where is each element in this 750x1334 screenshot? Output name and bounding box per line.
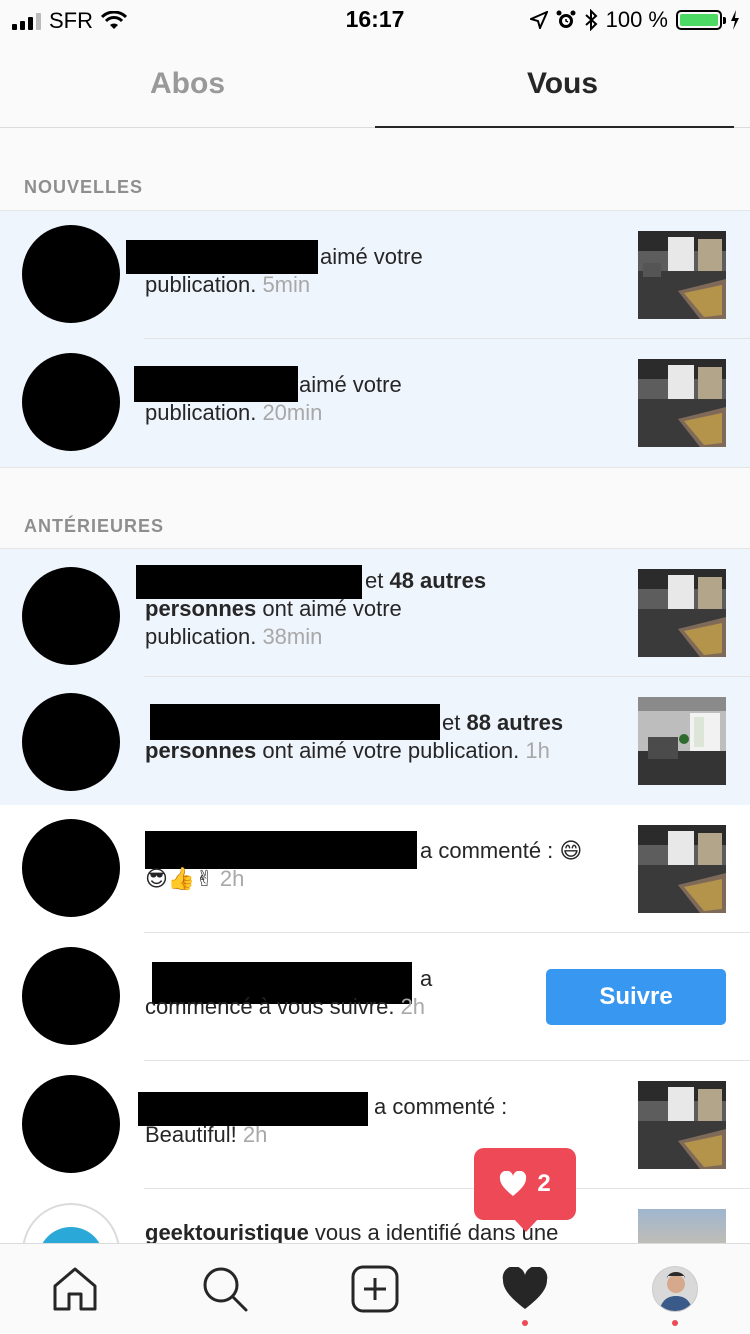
post-thumbnail[interactable] bbox=[638, 697, 726, 785]
list-item[interactable]: geektouristique vous a identifié dans un… bbox=[0, 1189, 750, 1243]
nav-add[interactable] bbox=[300, 1244, 450, 1334]
timestamp: 38min bbox=[262, 624, 323, 649]
likes-count: 48 autres bbox=[389, 568, 487, 593]
timestamp: 2h bbox=[242, 1122, 268, 1147]
list-item[interactable]: a commencé à vous suivre. 2h Suivre bbox=[0, 933, 750, 1061]
likes-people: personnes bbox=[145, 596, 257, 621]
notification-text: a commenté : Beautiful! 2h bbox=[145, 1093, 615, 1149]
avatar[interactable] bbox=[22, 947, 120, 1045]
list-item[interactable]: a commenté : Beautiful! 2h bbox=[0, 1061, 750, 1189]
list-item[interactable]: a commenté : 😄 😎👍✌ 2h bbox=[0, 805, 750, 933]
profile-avatar bbox=[652, 1266, 698, 1312]
likes-count: 88 autres bbox=[466, 710, 564, 735]
notification-text: aimé votre publication. 5min bbox=[145, 243, 615, 299]
avatar[interactable] bbox=[22, 1075, 120, 1173]
nav-activity[interactable] bbox=[450, 1244, 600, 1334]
comment-emoji: 😄 bbox=[559, 838, 583, 863]
notification-text: et 88 autres personnes ont aimé votre pu… bbox=[145, 709, 615, 765]
notification-conjunction: et bbox=[442, 710, 467, 735]
search-icon bbox=[203, 1267, 248, 1312]
status-right: 100 % bbox=[529, 7, 740, 33]
post-thumbnail[interactable] bbox=[638, 231, 726, 319]
list-item[interactable]: aimé votre publication. 20min bbox=[0, 339, 750, 467]
notification-text: et 48 autres personnes ont aimé votre pu… bbox=[145, 567, 615, 651]
list-item[interactable]: et 88 autres personnes ont aimé votre pu… bbox=[0, 677, 750, 805]
bluetooth-icon bbox=[584, 9, 598, 31]
bottom-navigation bbox=[0, 1243, 750, 1334]
notification-message-2: publication. bbox=[145, 400, 257, 425]
username: geektouristique bbox=[145, 1220, 309, 1243]
tab-following[interactable]: Abos bbox=[0, 40, 375, 127]
section-header-new: NOUVELLES bbox=[0, 129, 750, 211]
add-icon bbox=[351, 1265, 399, 1313]
activity-feed[interactable]: NOUVELLES aimé votre publication. 5min a… bbox=[0, 129, 750, 1243]
profile-dot bbox=[672, 1320, 678, 1326]
home-icon bbox=[53, 1267, 97, 1311]
notification-message: aimé votre bbox=[299, 372, 402, 397]
nav-profile[interactable] bbox=[600, 1244, 750, 1334]
tab-you[interactable]: Vous bbox=[375, 40, 750, 128]
alarm-icon bbox=[556, 10, 576, 28]
post-thumbnail[interactable] bbox=[638, 1081, 726, 1169]
comment-emoji-line: 😎👍✌ bbox=[145, 866, 214, 891]
notification-conjunction: et bbox=[365, 568, 390, 593]
notification-message-2: publication. bbox=[145, 272, 257, 297]
avatar[interactable] bbox=[22, 567, 120, 665]
avatar[interactable] bbox=[22, 693, 120, 791]
post-thumbnail[interactable] bbox=[638, 1209, 726, 1243]
notification-message: ont aimé votre publication. bbox=[256, 738, 520, 763]
comment-text: Beautiful! bbox=[145, 1122, 237, 1147]
post-thumbnail[interactable] bbox=[638, 359, 726, 447]
section-header-earlier: ANTÉRIEURES bbox=[0, 467, 750, 549]
timestamp: 2h bbox=[400, 994, 426, 1019]
notification-text: a commencé à vous suivre. 2h bbox=[145, 965, 525, 1021]
status-bar: SFR 16:17 100 % bbox=[0, 0, 750, 40]
notification-count: 2 bbox=[537, 1170, 551, 1197]
notification-message: aimé votre bbox=[320, 244, 423, 269]
notification-text: a commenté : 😄 😎👍✌ 2h bbox=[145, 837, 615, 893]
likes-notification-badge[interactable]: 2 bbox=[474, 1148, 576, 1232]
likes-people: personnes bbox=[145, 738, 257, 763]
notification-message-2: publication. bbox=[145, 624, 257, 649]
post-thumbnail[interactable] bbox=[638, 825, 726, 913]
location-icon bbox=[529, 11, 548, 29]
timestamp: 5min bbox=[262, 272, 311, 297]
battery-percent: 100 % bbox=[605, 7, 668, 32]
nav-home[interactable] bbox=[0, 1244, 150, 1334]
activity-dot bbox=[522, 1320, 528, 1326]
avatar[interactable] bbox=[22, 819, 120, 917]
post-thumbnail[interactable] bbox=[638, 569, 726, 657]
notification-text: geektouristique vous a identifié dans un… bbox=[145, 1219, 615, 1243]
charging-icon bbox=[731, 10, 739, 30]
screen: SFR 16:17 100 % Abos Vous NOUVELLES aimé… bbox=[0, 0, 750, 1334]
follow-button[interactable]: Suivre bbox=[546, 969, 726, 1025]
timestamp: 1h bbox=[525, 738, 550, 763]
avatar[interactable] bbox=[22, 353, 120, 451]
timestamp: 2h bbox=[219, 866, 245, 891]
notification-text: aimé votre publication. 20min bbox=[145, 371, 615, 427]
notification-message: ont aimé votre bbox=[256, 596, 402, 621]
list-item[interactable]: et 48 autres personnes ont aimé votre pu… bbox=[0, 549, 750, 677]
notification-message: a commenté : bbox=[374, 1094, 508, 1119]
notification-message-2: commencé à vous suivre. bbox=[145, 994, 395, 1019]
heart-icon bbox=[500, 1171, 527, 1196]
notification-message: a bbox=[420, 966, 433, 991]
avatar[interactable] bbox=[22, 1203, 120, 1243]
avatar[interactable] bbox=[22, 225, 120, 323]
nav-search[interactable] bbox=[150, 1244, 300, 1334]
notification-message: a commenté : bbox=[420, 838, 554, 863]
battery-icon bbox=[676, 10, 726, 30]
activity-tabs: Abos Vous bbox=[0, 40, 750, 128]
heart-icon bbox=[502, 1267, 548, 1309]
timestamp: 20min bbox=[262, 400, 323, 425]
list-item[interactable]: aimé votre publication. 5min bbox=[0, 211, 750, 339]
